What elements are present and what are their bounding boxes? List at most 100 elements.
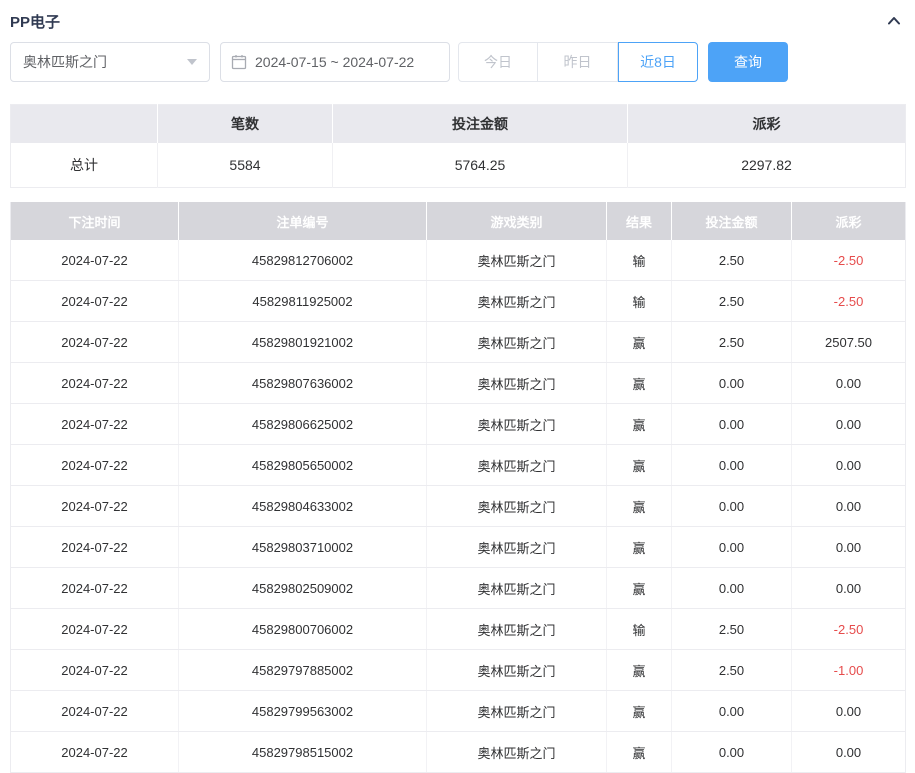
cell-game-category: 奥林匹斯之门 [427,486,607,527]
cell-result: 赢 [607,363,672,404]
cell-payout: 0.00 [792,445,906,486]
cell-bet-amount: 2.50 [672,281,792,322]
table-row: 2024-07-22 45829798515002 奥林匹斯之门 赢 0.00 … [11,732,906,773]
table-row: 2024-07-22 45829806625002 奥林匹斯之门 赢 0.00 … [11,404,906,445]
cell-result: 输 [607,609,672,650]
cell-order-id: 45829811925002 [179,281,427,322]
cell-bet-time: 2024-07-22 [11,240,179,281]
cell-bet-amount: 0.00 [672,404,792,445]
page-title: PP电子 [10,11,60,32]
cell-order-id: 45829800706002 [179,609,427,650]
cell-bet-time: 2024-07-22 [11,609,179,650]
cell-bet-time: 2024-07-22 [11,650,179,691]
quick-date-buttons: 今日 昨日 近8日 [458,42,698,82]
cell-bet-amount: 0.00 [672,732,792,773]
cell-bet-time: 2024-07-22 [11,568,179,609]
cell-payout: 0.00 [792,732,906,773]
summary-header-blank [11,105,158,144]
table-row: 2024-07-22 45829804633002 奥林匹斯之门 赢 0.00 … [11,486,906,527]
cell-bet-time: 2024-07-22 [11,527,179,568]
cell-bet-time: 2024-07-22 [11,732,179,773]
summary-table: 笔数 投注金额 派彩 总计 5584 5764.25 2297.82 [10,104,906,188]
cell-game-category: 奥林匹斯之门 [427,732,607,773]
cell-result: 赢 [607,650,672,691]
chevron-down-icon [187,59,197,65]
cell-order-id: 45829812706002 [179,240,427,281]
cell-payout: 2507.50 [792,322,906,363]
cell-order-id: 45829801921002 [179,322,427,363]
cell-order-id: 45829803710002 [179,527,427,568]
cell-payout: 0.00 [792,404,906,445]
cell-result: 赢 [607,322,672,363]
cell-game-category: 奥林匹斯之门 [427,322,607,363]
cell-bet-amount: 0.00 [672,568,792,609]
cell-order-id: 45829806625002 [179,404,427,445]
cell-bet-time: 2024-07-22 [11,691,179,732]
table-row: 2024-07-22 45829807636002 奥林匹斯之门 赢 0.00 … [11,363,906,404]
cell-bet-amount: 0.00 [672,691,792,732]
today-button[interactable]: 今日 [458,42,538,82]
cell-payout: -2.50 [792,609,906,650]
cell-game-category: 奥林匹斯之门 [427,568,607,609]
cell-bet-amount: 0.00 [672,486,792,527]
header-payout: 派彩 [792,202,906,240]
yesterday-button[interactable]: 昨日 [538,42,618,82]
records-panel: PP电子 奥林匹斯之门 2024-07-15 ~ 2024-07-22 [0,0,915,773]
cell-bet-time: 2024-07-22 [11,404,179,445]
cell-result: 赢 [607,568,672,609]
filter-bar: 奥林匹斯之门 2024-07-15 ~ 2024-07-22 今日 昨日 近8日… [10,42,905,82]
summary-total-row: 总计 5584 5764.25 2297.82 [11,143,906,188]
cell-payout: -2.50 [792,281,906,322]
table-row: 2024-07-22 45829803710002 奥林匹斯之门 赢 0.00 … [11,527,906,568]
cell-bet-amount: 2.50 [672,650,792,691]
summary-count-value: 5584 [158,143,333,188]
cell-game-category: 奥林匹斯之门 [427,691,607,732]
table-row: 2024-07-22 45829811925002 奥林匹斯之门 输 2.50 … [11,281,906,322]
cell-result: 赢 [607,732,672,773]
collapse-chevron-up-icon[interactable] [883,10,905,32]
cell-game-category: 奥林匹斯之门 [427,240,607,281]
cell-game-category: 奥林匹斯之门 [427,527,607,568]
cell-result: 赢 [607,486,672,527]
header-order-id: 注单编号 [179,202,427,240]
calendar-icon [231,54,247,70]
cell-order-id: 45829798515002 [179,732,427,773]
header-game-category: 游戏类别 [427,202,607,240]
summary-total-label: 总计 [11,143,158,188]
last-8-days-button[interactable]: 近8日 [618,42,698,82]
cell-bet-amount: 2.50 [672,609,792,650]
header-result: 结果 [607,202,672,240]
bet-table-body: 2024-07-22 45829812706002 奥林匹斯之门 输 2.50 … [11,240,906,773]
cell-bet-amount: 0.00 [672,445,792,486]
cell-order-id: 45829807636002 [179,363,427,404]
table-row: 2024-07-22 45829800706002 奥林匹斯之门 输 2.50 … [11,609,906,650]
bet-table-header-row: 下注时间 注单编号 游戏类别 结果 投注金额 派彩 [11,202,906,240]
header-bet-time: 下注时间 [11,202,179,240]
cell-game-category: 奥林匹斯之门 [427,445,607,486]
cell-order-id: 45829799563002 [179,691,427,732]
table-row: 2024-07-22 45829812706002 奥林匹斯之门 输 2.50 … [11,240,906,281]
cell-payout: 0.00 [792,363,906,404]
cell-result: 输 [607,240,672,281]
cell-bet-amount: 2.50 [672,240,792,281]
cell-bet-amount: 2.50 [672,322,792,363]
summary-header-row: 笔数 投注金额 派彩 [11,105,906,144]
cell-payout: 0.00 [792,527,906,568]
header-bet-amount: 投注金额 [672,202,792,240]
cell-game-category: 奥林匹斯之门 [427,281,607,322]
summary-bet-amount-value: 5764.25 [333,143,628,188]
cell-game-category: 奥林匹斯之门 [427,363,607,404]
cell-payout: 0.00 [792,691,906,732]
cell-result: 输 [607,281,672,322]
cell-bet-time: 2024-07-22 [11,445,179,486]
summary-payout-value: 2297.82 [628,143,906,188]
summary-header-bet-amount: 投注金额 [333,105,628,144]
cell-bet-amount: 0.00 [672,527,792,568]
cell-order-id: 45829804633002 [179,486,427,527]
game-select[interactable]: 奥林匹斯之门 [10,42,210,82]
query-button[interactable]: 查询 [708,42,788,82]
cell-order-id: 45829802509002 [179,568,427,609]
table-row: 2024-07-22 45829797885002 奥林匹斯之门 赢 2.50 … [11,650,906,691]
date-range-input[interactable]: 2024-07-15 ~ 2024-07-22 [220,42,450,82]
cell-payout: -1.00 [792,650,906,691]
